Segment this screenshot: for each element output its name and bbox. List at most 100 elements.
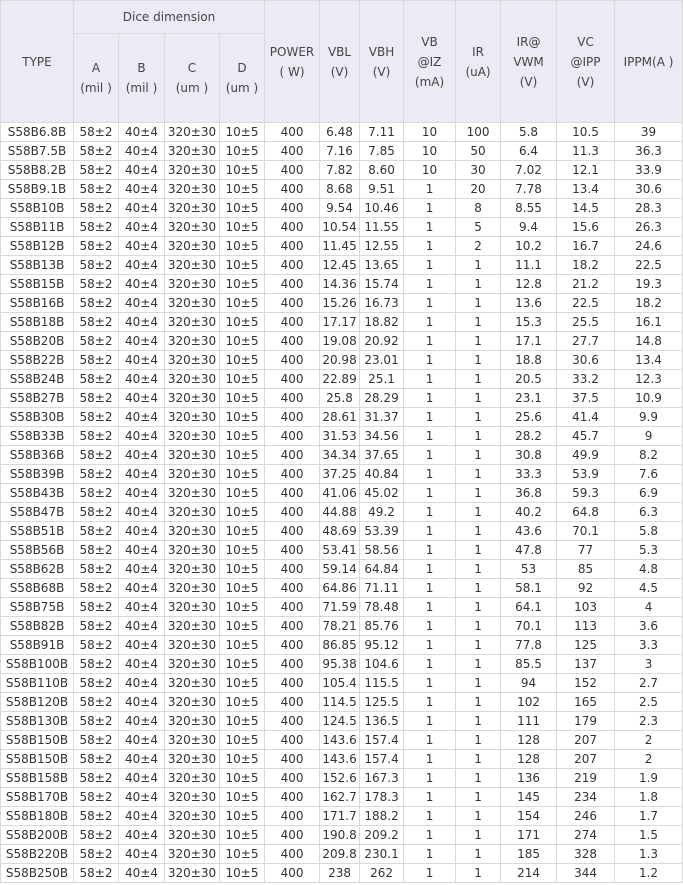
table-cell: 58±2 [73, 350, 119, 370]
part-number-cell: S58B180B [0, 806, 74, 826]
table-cell: 10±5 [218, 521, 266, 541]
table-cell: 40±4 [118, 749, 165, 769]
table-cell: 1 [455, 407, 502, 427]
table-row: S58B24B 58±2 40±4 320±30 10±5 400 22.89 25.1 1 1 2… [0, 369, 683, 389]
table-cell: 1 [403, 559, 457, 579]
table-cell: 1 [455, 559, 502, 579]
table-cell: 400 [264, 768, 321, 788]
table-cell: 12.1 [556, 160, 616, 180]
table-cell: 58±2 [73, 445, 119, 465]
table-cell: 40±4 [118, 217, 165, 237]
table-cell: 20.5 [500, 369, 558, 389]
table-cell: 37.5 [556, 388, 616, 408]
table-cell: 7.78 [500, 179, 558, 199]
table-cell: 58±2 [73, 141, 119, 161]
table-cell: 20 [455, 179, 502, 199]
part-number-cell: S58B12B [0, 236, 74, 256]
table-cell: 58±2 [73, 426, 119, 446]
table-cell: 25.1 [359, 369, 405, 389]
table-cell: 44.88 [319, 502, 361, 522]
table-cell: 1 [403, 730, 457, 750]
table-row: S58B6.8B 58±2 40±4 320±30 10±5 400 6.48 7.11 10 1… [0, 122, 683, 142]
table-cell: 58±2 [73, 407, 119, 427]
table-cell: 49.2 [359, 502, 405, 522]
table-cell: 1 [403, 426, 457, 446]
table-cell: 2.5 [614, 692, 683, 712]
table-cell: 53.9 [556, 464, 616, 484]
table-cell: 320±30 [164, 369, 220, 389]
table-cell: 11.1 [500, 255, 558, 275]
table-cell: 85 [556, 559, 616, 579]
header-vc: VC @IPP (V) [556, 0, 616, 123]
table-cell: 400 [264, 673, 321, 693]
part-number-cell: S58B16B [0, 293, 74, 313]
table-cell: 1 [455, 768, 502, 788]
table-cell: 71.11 [359, 578, 405, 598]
table-cell: 1 [455, 787, 502, 807]
table-cell: 10±5 [218, 331, 266, 351]
table-cell: 137 [556, 654, 616, 674]
table-cell: 40±4 [118, 806, 165, 826]
table-cell: 40±4 [118, 825, 165, 845]
table-row: S58B13B 58±2 40±4 320±30 10±5 400 12.45 13.65 1 1… [0, 255, 683, 275]
table-cell: 43.6 [500, 521, 558, 541]
table-row: S58B36B 58±2 40±4 320±30 10±5 400 34.34 37.65 1 1… [0, 445, 683, 465]
table-cell: 10±5 [218, 445, 266, 465]
table-cell: 77.8 [500, 635, 558, 655]
table-cell: 3 [614, 654, 683, 674]
table-cell: 157.4 [359, 749, 405, 769]
table-cell: 28.2 [500, 426, 558, 446]
table-cell: 14.5 [556, 198, 616, 218]
table-cell: 400 [264, 597, 321, 617]
table-row: S58B18B 58±2 40±4 320±30 10±5 400 17.17 18.82 1 1… [0, 312, 683, 332]
table-cell: 320±30 [164, 274, 220, 294]
table-cell: 40±4 [118, 692, 165, 712]
table-cell: 320±30 [164, 806, 220, 826]
table-cell: 18.8 [500, 350, 558, 370]
table-cell: 40±4 [118, 445, 165, 465]
table-cell: 400 [264, 559, 321, 579]
table-row: S58B110B 58±2 40±4 320±30 10±5 400 105.4 115.5 1… [0, 673, 683, 693]
part-number-cell: S58B250B [0, 863, 74, 883]
table-cell: 22.5 [614, 255, 683, 275]
table-cell: 12.8 [500, 274, 558, 294]
table-cell: 2 [455, 236, 502, 256]
part-number-cell: S58B130B [0, 711, 74, 731]
table-cell: 28.3 [614, 198, 683, 218]
table-cell: 400 [264, 635, 321, 655]
table-cell: 10±5 [218, 217, 266, 237]
part-number-cell: S58B68B [0, 578, 74, 598]
table-cell: 58±2 [73, 502, 119, 522]
table-cell: 58±2 [73, 559, 119, 579]
table-cell: 10±5 [218, 749, 266, 769]
table-cell: 1 [403, 331, 457, 351]
table-cell: 400 [264, 844, 321, 864]
table-cell: 320±30 [164, 198, 220, 218]
table-cell: 11.55 [359, 217, 405, 237]
table-cell: 1 [403, 236, 457, 256]
table-cell: 1 [403, 293, 457, 313]
table-cell: 234 [556, 787, 616, 807]
table-cell: 400 [264, 179, 321, 199]
table-cell: 18.2 [614, 293, 683, 313]
table-cell: 1.8 [614, 787, 683, 807]
table-cell: 320±30 [164, 464, 220, 484]
part-number-cell: S58B150B [0, 749, 74, 769]
table-cell: 40±4 [118, 483, 165, 503]
table-cell: 58±2 [73, 369, 119, 389]
table-cell: 58±2 [73, 217, 119, 237]
table-cell: 10.46 [359, 198, 405, 218]
table-cell: 10 [403, 160, 457, 180]
table-cell: 20.98 [319, 350, 361, 370]
table-cell: 50 [455, 141, 502, 161]
table-row: S58B170B 58±2 40±4 320±30 10±5 400 162.7 178.3 1… [0, 787, 683, 807]
table-cell: 10.2 [500, 236, 558, 256]
table-cell: 320±30 [164, 331, 220, 351]
table-cell: 1 [455, 350, 502, 370]
table-cell: 115.5 [359, 673, 405, 693]
part-number-cell: S58B82B [0, 616, 74, 636]
header-vbh: VBH (V) [359, 0, 405, 123]
table-cell: 1 [455, 825, 502, 845]
table-row: S58B82B 58±2 40±4 320±30 10±5 400 78.21 85.76 1 1… [0, 616, 683, 636]
table-cell: 18.82 [359, 312, 405, 332]
